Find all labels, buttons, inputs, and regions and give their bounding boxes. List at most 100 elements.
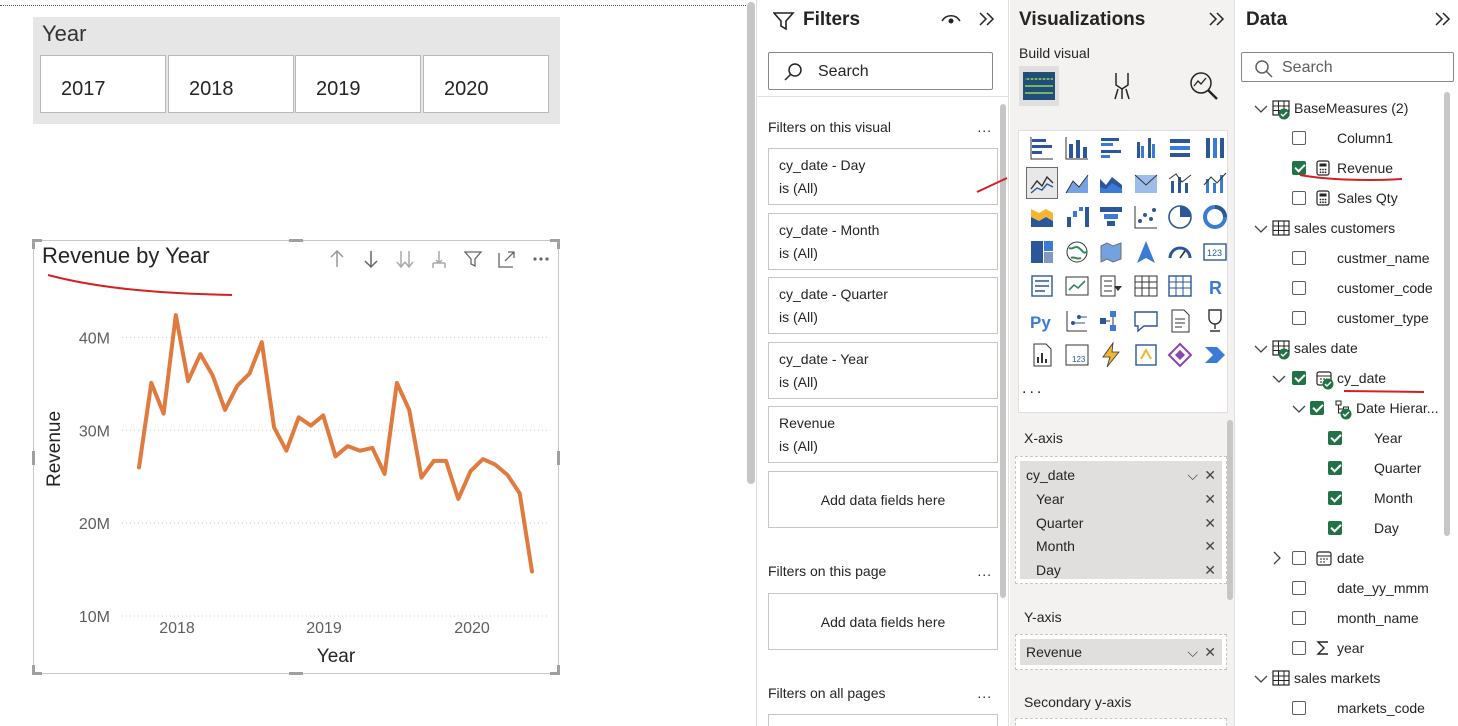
power-apps-icon[interactable] <box>1131 340 1161 370</box>
line-stacked-column-icon[interactable] <box>1200 168 1230 198</box>
field-row-cy-date[interactable]: cy_date ⌵ ✕ <box>1020 463 1222 487</box>
chevron-down-icon[interactable]: ⌵ <box>1187 467 1198 484</box>
qa-icon[interactable] <box>1131 306 1161 336</box>
tree-row-field-date-yy-mmm[interactable]: date_yy_mmm <box>1236 573 1458 603</box>
canvas-scrollbar[interactable] <box>746 0 757 726</box>
checkbox[interactable] <box>1292 251 1306 265</box>
field-level-row[interactable]: Month ✕ <box>1020 534 1222 558</box>
add-visual-filter-drop-zone[interactable]: Add data fields here <box>768 471 998 528</box>
stacked-column-icon[interactable] <box>1062 133 1092 163</box>
data-scrollbar[interactable] <box>1444 92 1450 536</box>
azure-map-icon[interactable] <box>1131 237 1161 267</box>
field-level-row[interactable]: Day ✕ <box>1020 558 1222 582</box>
slicer-item-2019[interactable]: 2019 <box>295 55 421 113</box>
checkbox[interactable] <box>1328 461 1342 475</box>
tree-row-field-customer-type[interactable]: customer_type <box>1236 303 1458 333</box>
new-card-icon[interactable]: 123 <box>1062 340 1092 370</box>
collapse-pane-icon[interactable] <box>977 10 995 28</box>
checkbox[interactable] <box>1292 701 1306 715</box>
chevron-down-icon[interactable] <box>1272 373 1286 387</box>
chevron-down-icon[interactable] <box>1254 103 1268 117</box>
secondary-y-axis-well[interactable] <box>1015 718 1227 726</box>
filter-card-month[interactable]: cy_date - Month is (All) <box>768 213 998 270</box>
power-automate-chevron-icon[interactable] <box>1200 340 1230 370</box>
double-arrow-down-icon[interactable] <box>388 247 422 271</box>
revenue-line-chart-visual[interactable]: 10M 20M 30M 40M 2018 2019 2020 Year Revenue Reve… <box>32 239 560 675</box>
tree-row-field-column1[interactable]: Column1 <box>1236 123 1458 153</box>
checkbox[interactable] <box>1328 431 1342 445</box>
line-clustered-column-icon[interactable] <box>1165 168 1195 198</box>
slicer-item-2017[interactable]: 2017 <box>40 55 166 113</box>
field-level-row[interactable]: Year ✕ <box>1020 487 1222 511</box>
filter-icon[interactable] <box>456 247 490 271</box>
more-visuals-icon[interactable]: ... <box>1022 380 1044 398</box>
tree-row-hierarchy-level-quarter[interactable]: Quarter <box>1236 453 1458 483</box>
tree-row-date-hierarchy[interactable]: Date Hierar... <box>1236 393 1458 423</box>
focus-mode-icon[interactable] <box>490 247 524 271</box>
add-page-filter-drop-zone[interactable]: Add data fields here <box>768 593 998 650</box>
analytics-tab[interactable] <box>1184 66 1224 106</box>
checkbox[interactable] <box>1328 491 1342 505</box>
tree-row-table-sales-customers[interactable]: sales customers <box>1236 213 1458 243</box>
x-axis-field[interactable]: cy_date ⌵ ✕ Year ✕ Quarter ✕ Month ✕ Day… <box>1020 461 1222 579</box>
chevron-down-icon[interactable] <box>1254 673 1268 687</box>
slicer-item-2020[interactable]: 2020 <box>423 55 549 113</box>
checkbox[interactable] <box>1292 311 1306 325</box>
power-automate-icon[interactable] <box>1096 340 1126 370</box>
map-icon[interactable] <box>1062 237 1092 267</box>
remove-field-icon[interactable]: ✕ <box>1204 562 1216 579</box>
multi-row-card-icon[interactable] <box>1027 271 1057 301</box>
remove-field-icon[interactable]: ✕ <box>1204 467 1216 484</box>
chevron-down-icon[interactable] <box>1292 403 1306 417</box>
filters-search-input[interactable]: Search <box>768 52 993 90</box>
year-slicer[interactable]: Year 2017 2018 2019 2020 <box>33 17 560 124</box>
clustered-bar-icon[interactable] <box>1096 133 1126 163</box>
checkbox[interactable] <box>1292 191 1306 205</box>
tree-row-field-markets-code[interactable]: markets_code <box>1236 693 1458 723</box>
remove-field-icon[interactable]: ✕ <box>1204 538 1216 555</box>
tree-row-hierarchy-level-month[interactable]: Month <box>1236 483 1458 513</box>
filter-card-year[interactable]: cy_date - Year is (All) <box>768 342 998 399</box>
checkbox[interactable] <box>1292 641 1306 655</box>
100-stacked-column-icon[interactable] <box>1200 133 1230 163</box>
line-chart-icon[interactable] <box>1026 166 1058 199</box>
checkbox[interactable] <box>1292 371 1306 385</box>
eye-icon[interactable] <box>941 12 961 26</box>
data-search-input[interactable]: Search <box>1241 52 1454 82</box>
decomposition-tree-icon[interactable] <box>1096 306 1126 336</box>
filter-card-day[interactable]: cy_date - Day is (All) <box>768 148 998 205</box>
tree-row-table-sales-date[interactable]: sales date <box>1236 333 1458 363</box>
remove-field-icon[interactable]: ✕ <box>1204 515 1216 532</box>
table-icon[interactable] <box>1131 271 1161 301</box>
clustered-column-icon[interactable] <box>1131 133 1161 163</box>
metrics-icon[interactable] <box>1200 306 1230 336</box>
more-options-icon[interactable]: ... <box>977 119 992 135</box>
collapse-pane-icon[interactable] <box>1207 10 1225 28</box>
tree-row-field-year[interactable]: year <box>1236 633 1458 663</box>
checkbox[interactable] <box>1292 581 1306 595</box>
checkbox[interactable] <box>1292 611 1306 625</box>
power-apps-diamond-icon[interactable] <box>1165 340 1195 370</box>
r-visual-icon[interactable]: R <box>1200 271 1230 301</box>
format-visual-tab[interactable] <box>1103 66 1143 106</box>
tree-row-field-date[interactable]: date <box>1236 543 1458 573</box>
chevron-down-icon[interactable]: ⌵ <box>1187 644 1198 661</box>
funnel-icon[interactable] <box>1096 202 1126 232</box>
more-options-icon[interactable] <box>524 247 558 271</box>
arrow-up-icon[interactable] <box>320 247 354 271</box>
gauge-icon[interactable] <box>1165 237 1195 267</box>
scrollbar-thumb[interactable] <box>747 2 755 484</box>
ribbon-area-icon[interactable] <box>1131 168 1161 198</box>
checkbox[interactable] <box>1310 401 1324 415</box>
donut-chart-icon[interactable] <box>1200 202 1230 232</box>
slicer-item-2018[interactable]: 2018 <box>168 55 294 113</box>
scatter-chart-icon[interactable] <box>1131 202 1161 232</box>
chevron-down-icon[interactable] <box>1254 343 1268 357</box>
tree-row-field-customer-code[interactable]: customer_code <box>1236 273 1458 303</box>
expand-hierarchy-icon[interactable] <box>422 247 456 271</box>
kpi-icon[interactable] <box>1062 271 1092 301</box>
remove-field-icon[interactable]: ✕ <box>1204 644 1216 661</box>
add-all-pages-filter-drop-zone[interactable] <box>768 714 998 726</box>
more-options-icon[interactable]: ... <box>977 563 992 579</box>
tree-row-hierarchy-level-year[interactable]: Year <box>1236 423 1458 453</box>
